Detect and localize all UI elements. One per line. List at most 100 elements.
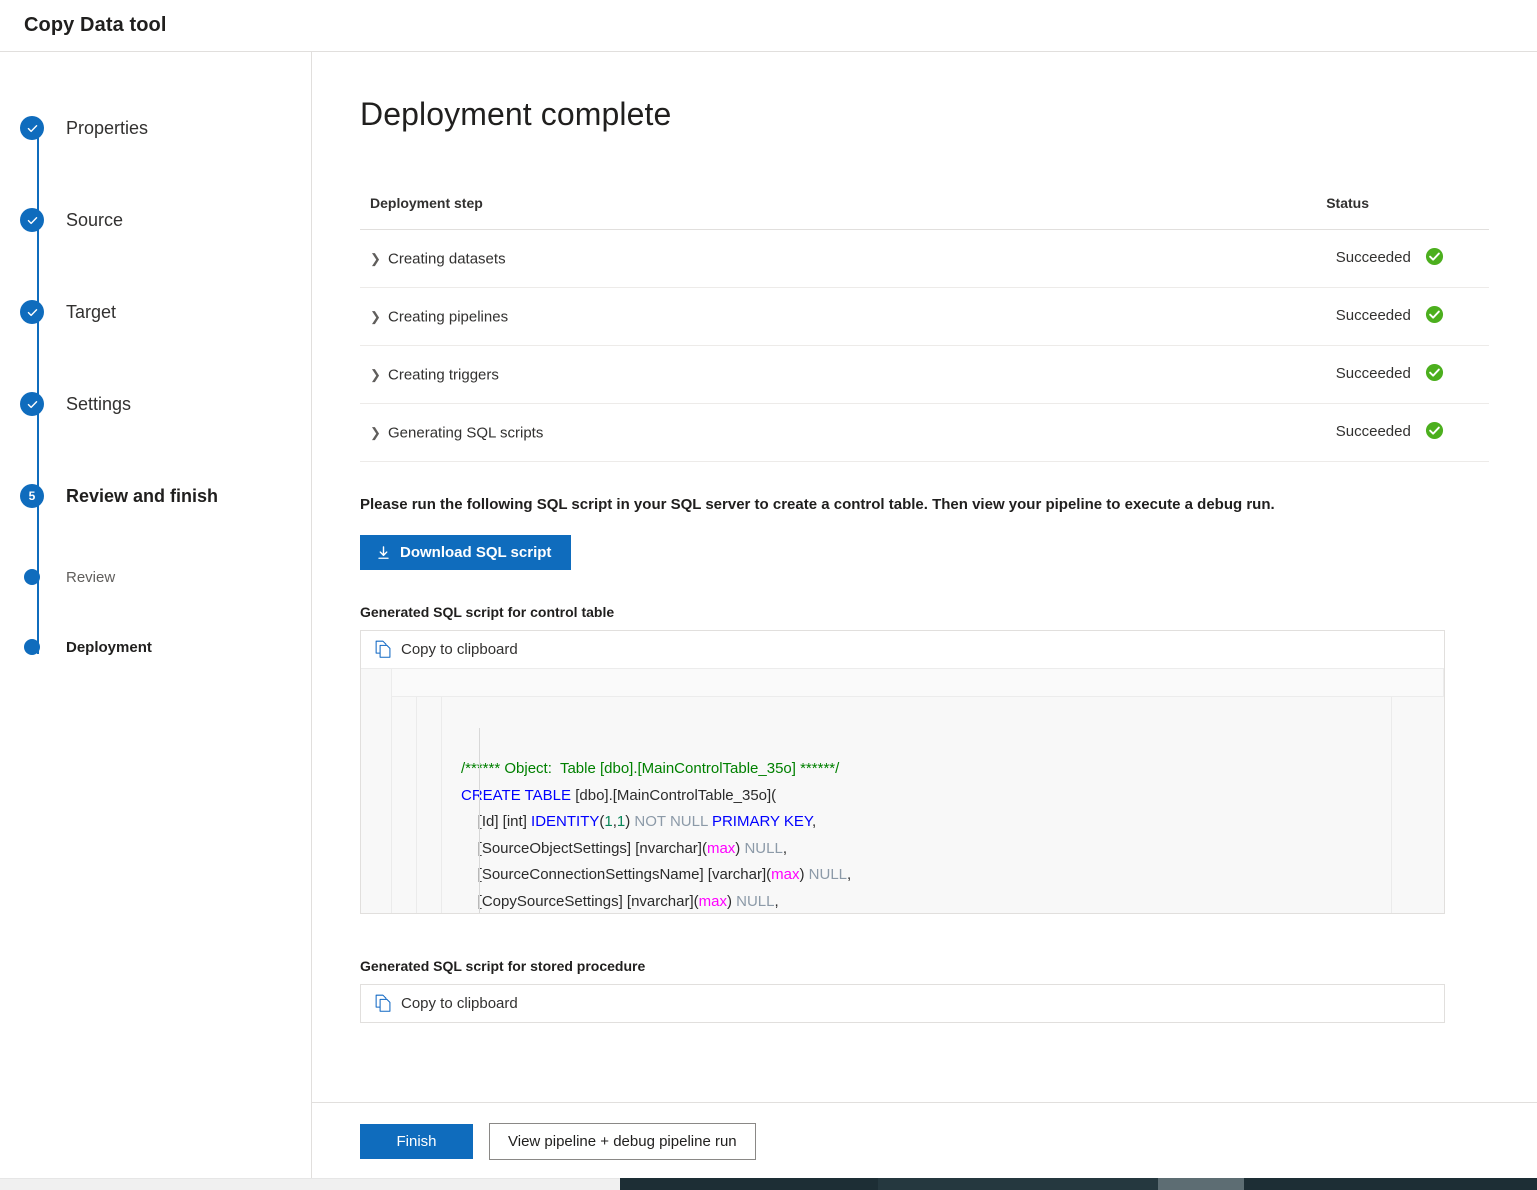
table-row[interactable]: ❯Creating pipelines Succeeded bbox=[360, 288, 1489, 346]
sidebar-step-label: Source bbox=[66, 210, 123, 231]
column-header-status: Status bbox=[941, 195, 1489, 230]
status-text: Succeeded bbox=[1336, 365, 1411, 382]
main-panel: Deployment complete Deployment step Stat… bbox=[312, 52, 1537, 1180]
finish-button[interactable]: Finish bbox=[360, 1124, 473, 1159]
step-number-badge: 5 bbox=[20, 484, 44, 508]
sql-code-line: /****** Object: Table [dbo].[MainControl… bbox=[461, 756, 1444, 783]
sql-token: NOT NULL bbox=[634, 813, 707, 830]
table-row[interactable]: ❯Creating datasets Succeeded bbox=[360, 230, 1489, 288]
sql-token: , bbox=[783, 840, 787, 857]
status-text: Succeeded bbox=[1336, 423, 1411, 440]
sql-code-viewer[interactable]: /****** Object: Table [dbo].[MainControl… bbox=[361, 668, 1444, 913]
sidebar-step-source[interactable]: Source bbox=[0, 174, 311, 266]
success-check-icon bbox=[1425, 421, 1444, 444]
scrollbar-track-rest bbox=[1244, 1178, 1537, 1190]
os-horizontal-scrollbar[interactable] bbox=[0, 1178, 1537, 1190]
copy-to-clipboard-stored-procedure-button[interactable]: Copy to clipboard bbox=[361, 985, 1444, 1022]
window-title-bar: Copy Data tool bbox=[0, 0, 1537, 52]
sql-token: [SourceObjectSettings] [nvarchar]( bbox=[461, 840, 707, 857]
copy-icon bbox=[375, 640, 392, 659]
deployment-step-label: Creating datasets bbox=[388, 250, 506, 267]
success-check-icon bbox=[1425, 305, 1444, 328]
sidebar-step-properties[interactable]: Properties bbox=[0, 82, 311, 174]
sql-token: CREATE TABLE bbox=[461, 787, 571, 804]
sidebar-substep-review[interactable]: Review bbox=[0, 542, 311, 612]
sql-code-line: [SourceConnectionSettingsName] [varchar]… bbox=[461, 862, 1444, 889]
status-text: Succeeded bbox=[1336, 249, 1411, 266]
download-sql-script-button[interactable]: Download SQL script bbox=[360, 535, 571, 570]
indent-guide bbox=[479, 728, 480, 913]
scrollbar-thumb-highlight[interactable] bbox=[1158, 1178, 1244, 1190]
column-header-deployment-step: Deployment step bbox=[360, 195, 941, 230]
scrollbar-track[interactable] bbox=[620, 1178, 1537, 1190]
chevron-right-icon[interactable]: ❯ bbox=[370, 367, 388, 383]
success-check-icon bbox=[1425, 363, 1444, 386]
chevron-right-icon[interactable]: ❯ bbox=[370, 251, 388, 267]
sidebar-step-label: Target bbox=[66, 302, 116, 323]
sidebar-step-review-and-finish[interactable]: 5 Review and finish bbox=[0, 450, 311, 542]
sql-token: /****** Object: Table [dbo].[MainControl… bbox=[461, 760, 839, 777]
deployment-step-cell[interactable]: ❯Creating pipelines bbox=[360, 288, 941, 346]
scrollbar-left-pad bbox=[0, 1178, 620, 1190]
sidebar-step-settings[interactable]: Settings bbox=[0, 358, 311, 450]
sql-token: ) bbox=[727, 893, 736, 910]
sql-token: , bbox=[774, 893, 778, 910]
sql-token: max bbox=[771, 866, 799, 883]
sidebar-step-label: Review and finish bbox=[66, 486, 218, 507]
copy-to-clipboard-control-table-button[interactable]: Copy to clipboard bbox=[361, 631, 1444, 668]
check-icon bbox=[20, 392, 44, 416]
deployment-step-cell[interactable]: ❯Creating datasets bbox=[360, 230, 941, 288]
sidebar-step-label: Properties bbox=[66, 118, 148, 139]
sidebar-substep-deployment[interactable]: Deployment bbox=[0, 612, 311, 682]
dot-icon bbox=[24, 569, 40, 585]
status-cell: Succeeded bbox=[941, 346, 1489, 404]
sql-token: , bbox=[812, 813, 816, 830]
chevron-right-icon[interactable]: ❯ bbox=[370, 309, 388, 325]
sql-token: , bbox=[847, 866, 851, 883]
sql-token: [dbo].[MainControlTable_35o]( bbox=[571, 787, 776, 804]
sql-token: NULL bbox=[744, 840, 782, 857]
status-cell: Succeeded bbox=[941, 404, 1489, 462]
sql-code-lines: /****** Object: Table [dbo].[MainControl… bbox=[361, 756, 1444, 913]
sidebar-substep-label: Deployment bbox=[66, 639, 152, 656]
sql-token: PRIMARY KEY bbox=[712, 813, 812, 830]
app-shell: Properties Source Target Settings bbox=[0, 52, 1537, 1180]
sql-code-body: /****** Object: Table [dbo].[MainControl… bbox=[361, 697, 1444, 913]
sql-code-line: CREATE TABLE [dbo].[MainControlTable_35o… bbox=[461, 783, 1444, 810]
sql-token: ) bbox=[800, 866, 809, 883]
deployment-step-cell[interactable]: ❯Generating SQL scripts bbox=[360, 404, 941, 462]
sql-token: NULL bbox=[736, 893, 774, 910]
sql-token: 1 bbox=[604, 813, 612, 830]
status-cell: Succeeded bbox=[941, 230, 1489, 288]
table-row[interactable]: ❯Generating SQL scripts Succeeded bbox=[360, 404, 1489, 462]
stored-procedure-code-panel: Copy to clipboard bbox=[360, 984, 1445, 1023]
table-row[interactable]: ❯Creating triggers Succeeded bbox=[360, 346, 1489, 404]
sidebar-step-target[interactable]: Target bbox=[0, 266, 311, 358]
deployment-step-cell[interactable]: ❯Creating triggers bbox=[360, 346, 941, 404]
main-content: Deployment complete Deployment step Stat… bbox=[312, 52, 1537, 1102]
deployment-step-label: Creating triggers bbox=[388, 366, 499, 383]
copy-to-clipboard-label: Copy to clipboard bbox=[401, 995, 518, 1012]
chevron-right-icon[interactable]: ❯ bbox=[370, 425, 388, 441]
dot-icon bbox=[24, 639, 40, 655]
view-pipeline-debug-run-button[interactable]: View pipeline + debug pipeline run bbox=[489, 1123, 756, 1160]
control-table-code-panel: Copy to clipboard /****** Object: Table … bbox=[360, 630, 1445, 914]
status-cell: Succeeded bbox=[941, 288, 1489, 346]
download-sql-script-label: Download SQL script bbox=[400, 544, 551, 561]
page-title: Deployment complete bbox=[360, 96, 1489, 133]
download-icon bbox=[376, 545, 391, 561]
sidebar-step-label: Settings bbox=[66, 394, 131, 415]
sql-token: IDENTITY bbox=[531, 813, 599, 830]
scrollbar-thumb[interactable] bbox=[878, 1178, 1158, 1190]
copy-icon bbox=[375, 994, 392, 1013]
sql-token: [CopySourceSettings] [nvarchar]( bbox=[461, 893, 699, 910]
sql-token: [Id] [int] bbox=[461, 813, 531, 830]
deployment-steps-table: Deployment step Status ❯Creating dataset… bbox=[360, 195, 1489, 462]
deployment-step-label: Creating pipelines bbox=[388, 308, 508, 325]
sql-code-line: [CopySourceSettings] [nvarchar](max) NUL… bbox=[461, 889, 1444, 914]
wizard-sidebar: Properties Source Target Settings bbox=[0, 52, 312, 1180]
sidebar-substep-label: Review bbox=[66, 569, 115, 586]
control-table-section-label: Generated SQL script for control table bbox=[360, 604, 1489, 620]
check-icon bbox=[20, 208, 44, 232]
instruction-text: Please run the following SQL script in y… bbox=[360, 496, 1489, 513]
